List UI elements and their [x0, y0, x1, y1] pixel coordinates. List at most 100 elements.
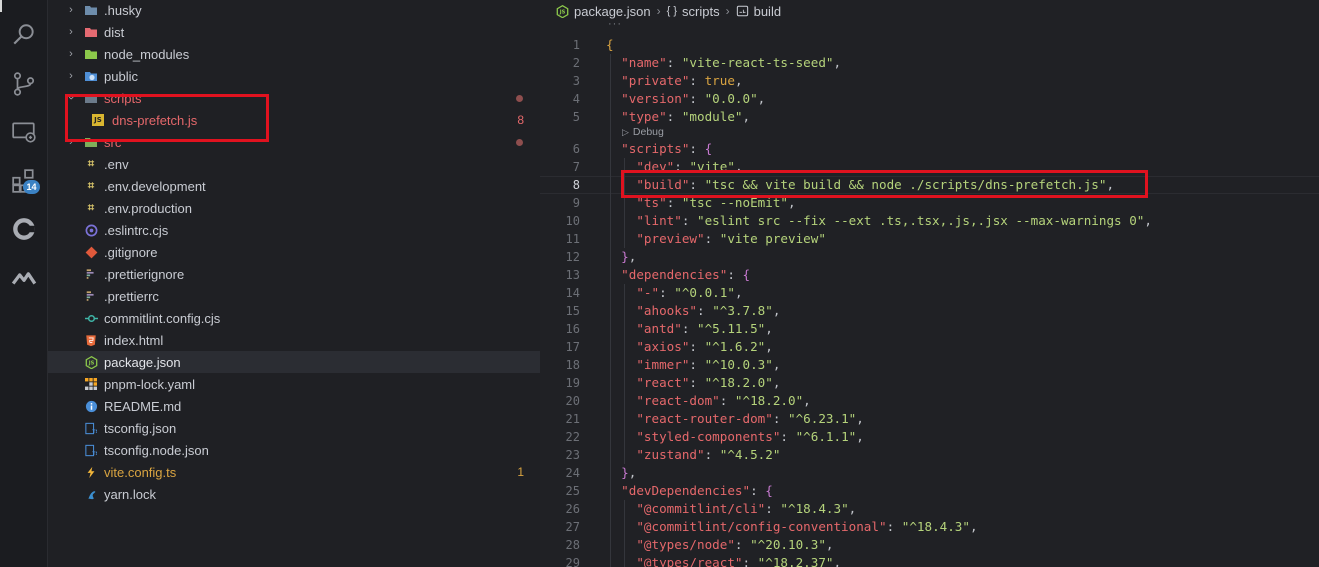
tree-item-eslintrc[interactable]: .eslintrc.cjs: [48, 219, 540, 241]
active-indicator: [0, 0, 2, 12]
code-line[interactable]: "@commitlint/cli": "^18.4.3",: [606, 500, 856, 518]
svg-text:TS: TS: [92, 451, 97, 457]
code-line[interactable]: "@types/react": "^18.2.37",: [606, 554, 841, 567]
breadcrumb-item-file[interactable]: package.json: [574, 4, 651, 19]
commitlint-file-icon: [84, 311, 98, 325]
vite-file-icon: [84, 465, 98, 479]
line-number: 10: [565, 214, 580, 228]
code-line[interactable]: "@commitlint/config-conventional": "^18.…: [606, 518, 977, 536]
tree-item-husky[interactable]: › .husky: [48, 0, 540, 21]
tree-item-label: .prettierrc: [104, 288, 159, 304]
node-json-file-icon: JS: [84, 355, 98, 369]
code-line[interactable]: "ahooks": "^3.7.8",: [606, 302, 780, 320]
tree-item-label: tsconfig.json: [104, 420, 177, 436]
tree-item-package-json[interactable]: JS package.json: [48, 351, 540, 373]
tree-item-gitignore[interactable]: .gitignore: [48, 241, 540, 263]
play-icon: ▷: [622, 126, 629, 137]
svg-text:JS: JS: [559, 9, 566, 15]
chevron-right-icon: ›: [69, 70, 73, 82]
eslint-file-icon: [84, 223, 98, 237]
line-number: 12: [565, 250, 580, 264]
code-line[interactable]: {: [606, 36, 614, 54]
tree-item-index-html[interactable]: index.html: [48, 329, 540, 351]
tree-item-prettierrc[interactable]: .prettierrc: [48, 285, 540, 307]
breadcrumb-item-build[interactable]: build: [754, 4, 781, 19]
problem-count: 1: [517, 465, 524, 479]
remote-explorer-icon[interactable]: [10, 118, 38, 146]
tree-item-label: commitlint.config.cjs: [104, 310, 221, 326]
tree-item-prettierignore[interactable]: .prettierignore: [48, 263, 540, 285]
code-line[interactable]: "zustand": "^4.5.2": [606, 446, 780, 464]
modified-dot: [516, 138, 523, 146]
code-line[interactable]: "react": "^18.2.0",: [606, 374, 780, 392]
tree-item-commitlint[interactable]: commitlint.config.cjs: [48, 307, 540, 329]
line-number: 14: [565, 286, 580, 300]
tree-item-tsconfig[interactable]: TS tsconfig.json: [48, 417, 540, 439]
tree-item-dist[interactable]: › dist: [48, 21, 540, 43]
line-number: 9: [572, 196, 580, 210]
code-line[interactable]: "styled-components": "^6.1.1",: [606, 428, 864, 446]
tree-item-label: .gitignore: [104, 244, 158, 260]
env-file-icon: ⌗: [87, 157, 95, 170]
line-number: 1: [572, 38, 580, 52]
code-line[interactable]: "lint": "eslint src --fix --ext .ts,.tsx…: [606, 212, 1152, 230]
prettier-file-icon: [84, 289, 98, 303]
folder-node-icon: [84, 47, 98, 61]
code-line[interactable]: "dependencies": {: [606, 266, 750, 284]
extensions-badge: 14: [23, 180, 40, 194]
code-line[interactable]: "react-dom": "^18.2.0",: [606, 392, 810, 410]
code-line[interactable]: "antd": "^5.11.5",: [606, 320, 773, 338]
line-number: 7: [572, 160, 580, 174]
code-line[interactable]: },: [606, 248, 636, 266]
chevron-right-icon: ›: [69, 4, 73, 16]
tree-item-label: yarn.lock: [104, 486, 157, 502]
line-number: 8: [572, 178, 580, 192]
problem-count: 8: [517, 113, 524, 127]
editor-panel: JS package.json › { } scripts › build ··…: [540, 0, 1319, 567]
code-line[interactable]: "type": "module",: [606, 108, 750, 126]
tree-item-public[interactable]: › public: [48, 65, 540, 87]
code-line[interactable]: "-": "^0.0.1",: [606, 284, 742, 302]
code-line[interactable]: "react-router-dom": "^6.23.1",: [606, 410, 864, 428]
code-line[interactable]: },: [606, 464, 636, 482]
tabnine-icon[interactable]: [10, 262, 38, 290]
tree-item-env-development[interactable]: ⌗ .env.development: [48, 175, 540, 197]
line-number: 18: [565, 358, 580, 372]
chevron-right-icon: ›: [69, 48, 73, 60]
tree-item-env-production[interactable]: ⌗ .env.production: [48, 197, 540, 219]
line-number: 27: [565, 520, 580, 534]
code-line[interactable]: "private": true,: [606, 72, 742, 90]
annotation-highlight-box: [621, 170, 1148, 198]
code-line[interactable]: "axios": "^1.6.2",: [606, 338, 773, 356]
code-line[interactable]: "version": "0.0.0",: [606, 90, 765, 108]
line-number: 6: [572, 142, 580, 156]
tree-item-pnpm-lock[interactable]: pnpm-lock.yaml: [48, 373, 540, 395]
tree-item-readme[interactable]: README.md: [48, 395, 540, 417]
line-number: 29: [565, 556, 580, 567]
copilot-icon[interactable]: [10, 215, 38, 243]
git-file-icon: [84, 245, 98, 259]
line-number: 13: [565, 268, 580, 282]
tree-item-label: .husky: [104, 2, 142, 18]
line-number: 5: [572, 110, 580, 124]
code-line[interactable]: "preview": "vite preview": [606, 230, 826, 248]
line-number: 2: [572, 56, 580, 70]
line-number: 24: [565, 466, 580, 480]
tree-item-vite-config[interactable]: vite.config.ts 1: [48, 461, 540, 483]
tree-item-env[interactable]: ⌗ .env: [48, 153, 540, 175]
tree-item-node-modules[interactable]: › node_modules: [48, 43, 540, 65]
node-json-file-icon: JS: [556, 4, 569, 18]
source-control-icon[interactable]: [10, 70, 38, 98]
code-line[interactable]: "@types/node": "^20.10.3",: [606, 536, 833, 554]
breadcrumb-item-scripts[interactable]: scripts: [682, 4, 720, 19]
code-line[interactable]: "immer": "^10.0.3",: [606, 356, 780, 374]
code-line[interactable]: "devDependencies": {: [606, 482, 773, 500]
tree-item-label: .eslintrc.cjs: [104, 222, 169, 238]
tree-item-tsconfig-node[interactable]: TS tsconfig.node.json: [48, 439, 540, 461]
code-line[interactable]: "name": "vite-react-ts-seed",: [606, 54, 841, 72]
explorer-panel: › .husky › dist › node_modules › public …: [48, 0, 540, 567]
codelens-debug[interactable]: ▷ Debug: [622, 124, 664, 140]
code-line[interactable]: "scripts": {: [606, 140, 712, 158]
tree-item-yarn-lock[interactable]: yarn.lock: [48, 483, 540, 505]
search-icon[interactable]: [10, 21, 38, 49]
